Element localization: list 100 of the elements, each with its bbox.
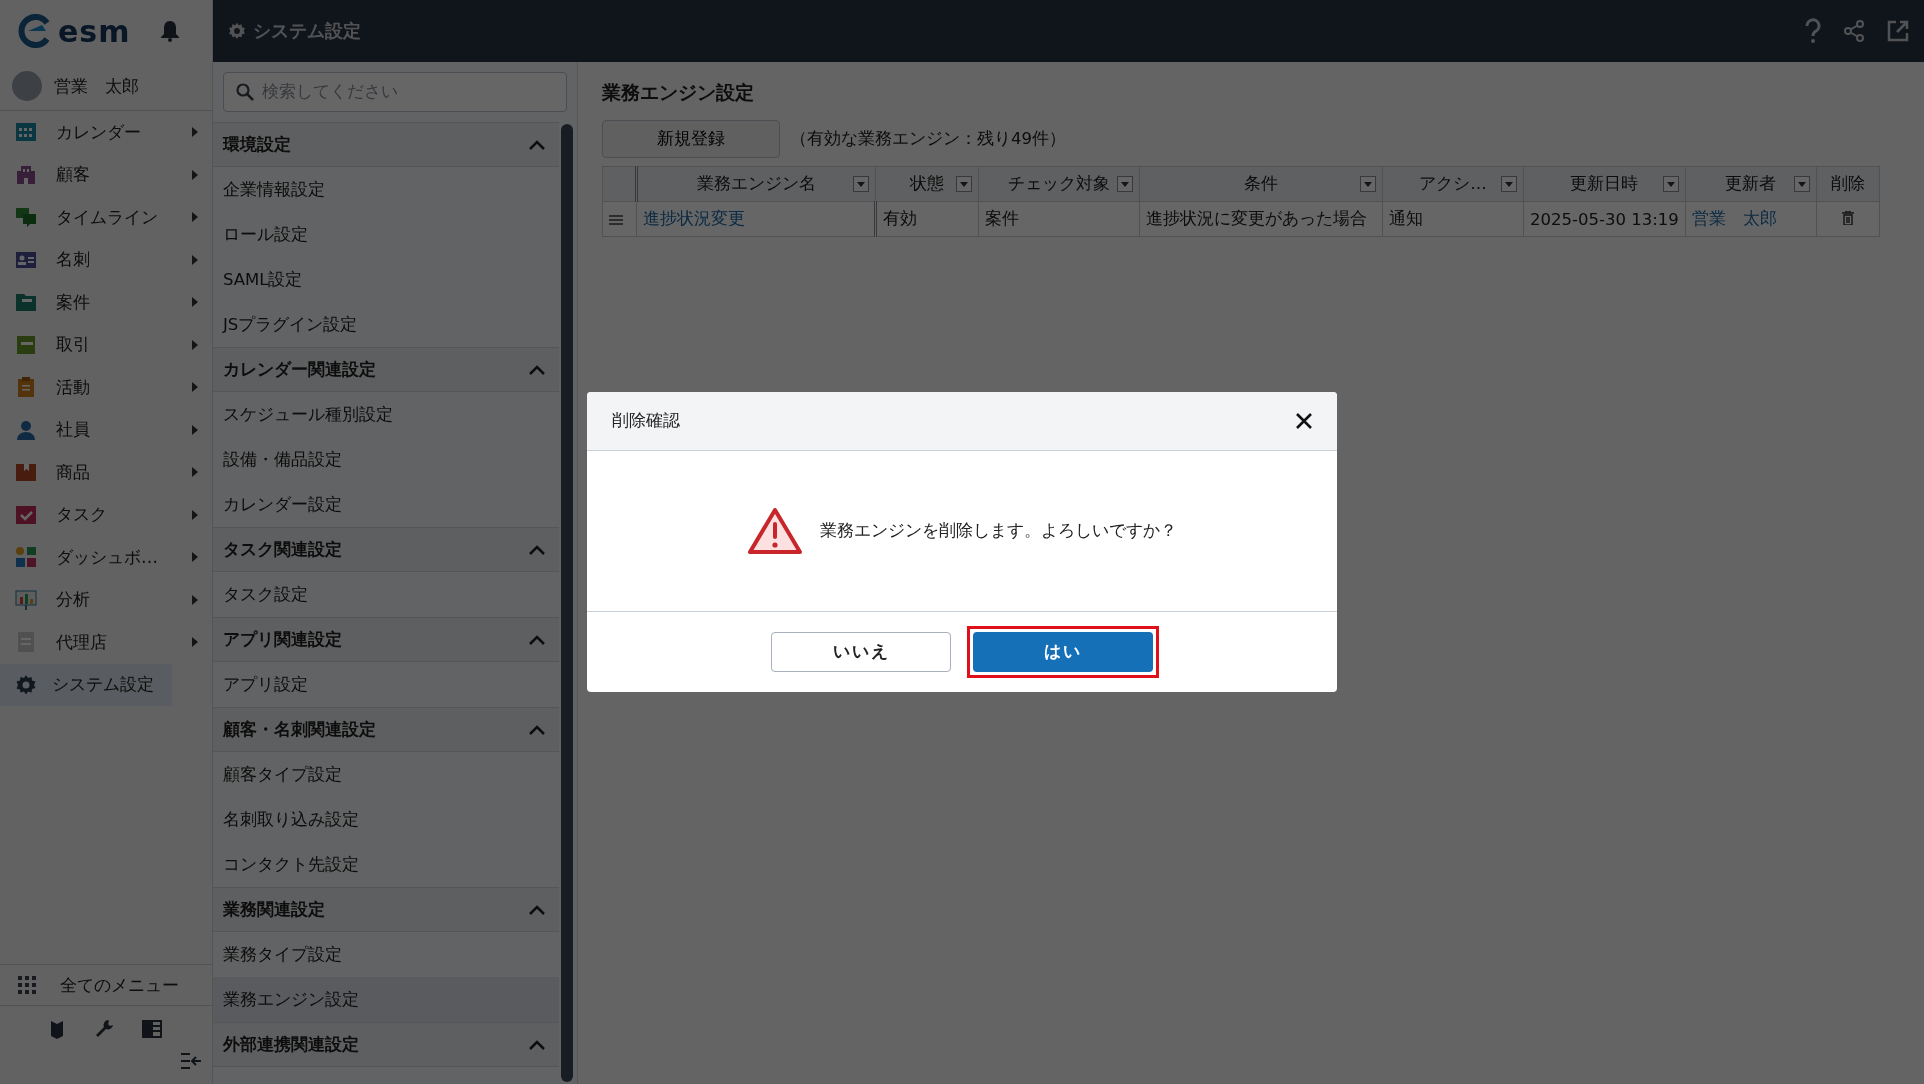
column-header[interactable]: 状態 bbox=[875, 166, 979, 202]
help-icon[interactable] bbox=[1804, 18, 1822, 44]
menu-item[interactable]: SAML設定 bbox=[213, 257, 559, 302]
filter-dropdown-icon[interactable] bbox=[956, 176, 972, 192]
caret-right-icon bbox=[191, 254, 198, 265]
book-icon[interactable] bbox=[50, 1019, 66, 1039]
chat-bubbles-icon bbox=[14, 205, 38, 230]
drag-handle-icon[interactable] bbox=[609, 214, 623, 225]
logo-mark-icon bbox=[18, 14, 52, 48]
sidebar-item[interactable]: 代理店 bbox=[0, 621, 212, 664]
sidebar-item[interactable]: 活動 bbox=[0, 366, 212, 409]
scrollbar-thumb[interactable] bbox=[561, 124, 573, 1082]
collapse-menu-icon[interactable] bbox=[180, 1052, 202, 1070]
cancel-button[interactable]: いいえ bbox=[771, 632, 951, 672]
column-header[interactable]: 更新日時 bbox=[1523, 166, 1686, 202]
close-icon[interactable] bbox=[1295, 412, 1313, 430]
menu-item[interactable]: 業務タイプ設定 bbox=[213, 932, 559, 977]
table-cell: 有効 bbox=[883, 209, 917, 228]
share-icon[interactable] bbox=[1842, 19, 1866, 43]
column-header[interactable]: 更新者 bbox=[1685, 166, 1817, 202]
caret-right-icon bbox=[191, 382, 198, 393]
menu-item[interactable]: 業務エンジン設定 bbox=[213, 977, 559, 1022]
gear-icon bbox=[227, 21, 247, 41]
filter-dropdown-icon[interactable] bbox=[853, 176, 869, 192]
sidebar-item[interactable]: 名刺 bbox=[0, 238, 212, 281]
filter-dropdown-icon[interactable] bbox=[1117, 176, 1133, 192]
menu-item[interactable]: タスク設定 bbox=[213, 572, 559, 617]
menu-group-header[interactable]: 業務関連設定 bbox=[213, 887, 559, 932]
all-menu-item[interactable]: 全てのメニュー bbox=[0, 964, 212, 1006]
menu-group-header[interactable]: 外部連携関連設定 bbox=[213, 1022, 559, 1067]
dialog-title: 削除確認 bbox=[612, 410, 680, 432]
menu-item[interactable]: カレンダー設定 bbox=[213, 482, 559, 527]
caret-right-icon bbox=[191, 127, 198, 138]
avatar-circle[interactable] bbox=[12, 71, 42, 101]
menu-group-header[interactable]: タスク関連設定 bbox=[213, 527, 559, 572]
bell-icon[interactable] bbox=[160, 20, 180, 42]
menu-group-header[interactable]: 環境設定 bbox=[213, 122, 559, 167]
user-name[interactable]: 営業 太郎 bbox=[54, 74, 139, 98]
filter-dropdown-icon[interactable] bbox=[1360, 176, 1376, 192]
table-cell: 案件 bbox=[985, 209, 1019, 228]
filter-dropdown-icon[interactable] bbox=[1793, 176, 1810, 192]
sidebar-item[interactable]: タスク bbox=[0, 493, 212, 536]
caret-right-icon bbox=[191, 594, 198, 605]
filter-dropdown-icon[interactable] bbox=[1501, 176, 1517, 192]
menu-item[interactable]: アプリ設定 bbox=[213, 662, 559, 707]
sidebar-item[interactable]: 商品 bbox=[0, 451, 212, 494]
caret-right-icon bbox=[191, 212, 198, 223]
sidebar-item[interactable]: 分析 bbox=[0, 578, 212, 621]
page-title: システム設定 bbox=[253, 19, 361, 43]
column-header[interactable]: 削除 bbox=[1816, 166, 1880, 202]
menu-item[interactable]: 設備・備品設定 bbox=[213, 437, 559, 482]
sidebar-item[interactable]: カレンダー bbox=[0, 111, 212, 154]
search-icon bbox=[236, 83, 254, 101]
menu-item[interactable]: コンタクト先設定 bbox=[213, 842, 559, 887]
caret-right-icon bbox=[191, 637, 198, 648]
caret-right-icon bbox=[191, 297, 198, 308]
sidebar-item[interactable]: 取引 bbox=[0, 323, 212, 366]
sidebar-item[interactable]: 顧客 bbox=[0, 153, 212, 196]
trash-icon[interactable] bbox=[1841, 210, 1854, 225]
caret-right-icon bbox=[191, 467, 198, 478]
table-cell: 通知 bbox=[1389, 209, 1423, 228]
caret-right-icon bbox=[191, 424, 198, 435]
sidebar-item[interactable]: ダッシュボ… bbox=[0, 536, 212, 579]
grid-icon bbox=[18, 976, 36, 994]
logo-text: esm bbox=[58, 13, 131, 49]
sidebar-item[interactable]: タイムライン bbox=[0, 196, 212, 239]
menu-group-header[interactable]: アプリ関連設定 bbox=[213, 617, 559, 662]
table-cell: 進捗状況に変更があった場合 bbox=[1146, 209, 1367, 228]
column-header[interactable]: 条件 bbox=[1139, 166, 1383, 202]
menu-group-header[interactable]: カレンダー関連設定 bbox=[213, 347, 559, 392]
sidebar-item[interactable]: 社員 bbox=[0, 408, 212, 451]
menu-item[interactable]: スケジュール種別設定 bbox=[213, 392, 559, 437]
column-header[interactable]: アクシ… bbox=[1382, 166, 1524, 202]
column-header[interactable]: 業務エンジン名 bbox=[636, 166, 876, 202]
sidebar-item[interactable]: システム設定 bbox=[0, 663, 172, 706]
bar-chart-icon bbox=[14, 587, 38, 612]
wrench-icon[interactable] bbox=[94, 1019, 114, 1039]
dashboard-tiles-icon bbox=[14, 545, 38, 570]
menu-item[interactable]: 顧客タイプ設定 bbox=[213, 752, 559, 797]
section-title: 業務エンジン設定 bbox=[602, 80, 755, 105]
menu-item[interactable]: 企業情報設定 bbox=[213, 167, 559, 212]
confirm-button[interactable]: はい bbox=[973, 632, 1153, 672]
dialog-message: 業務エンジンを削除します。よろしいですか？ bbox=[819, 520, 1177, 542]
sidebar-item[interactable]: 案件 bbox=[0, 281, 212, 324]
remaining-count-note: （有効な業務エンジン：残り49件） bbox=[790, 128, 1066, 150]
new-register-button[interactable]: 新規登録 bbox=[602, 120, 780, 158]
menu-item[interactable]: JSプラグイン設定 bbox=[213, 302, 559, 347]
column-header[interactable]: チェック対象 bbox=[978, 166, 1140, 202]
table-icon[interactable] bbox=[142, 1020, 162, 1038]
caret-right-icon bbox=[191, 339, 198, 350]
menu-group-header[interactable]: 顧客・名刺関連設定 bbox=[213, 707, 559, 752]
menu-item[interactable]: ロール設定 bbox=[213, 212, 559, 257]
external-link-icon[interactable] bbox=[1886, 19, 1910, 43]
caret-right-icon bbox=[191, 169, 198, 180]
caret-right-icon bbox=[191, 552, 198, 563]
table-cell: 2025-05-30 13:19 bbox=[1530, 209, 1679, 229]
warning-icon bbox=[747, 507, 802, 555]
caret-right-icon bbox=[191, 509, 198, 520]
filter-dropdown-icon[interactable] bbox=[1662, 176, 1679, 192]
menu-item[interactable]: 名刺取り込み設定 bbox=[213, 797, 559, 842]
